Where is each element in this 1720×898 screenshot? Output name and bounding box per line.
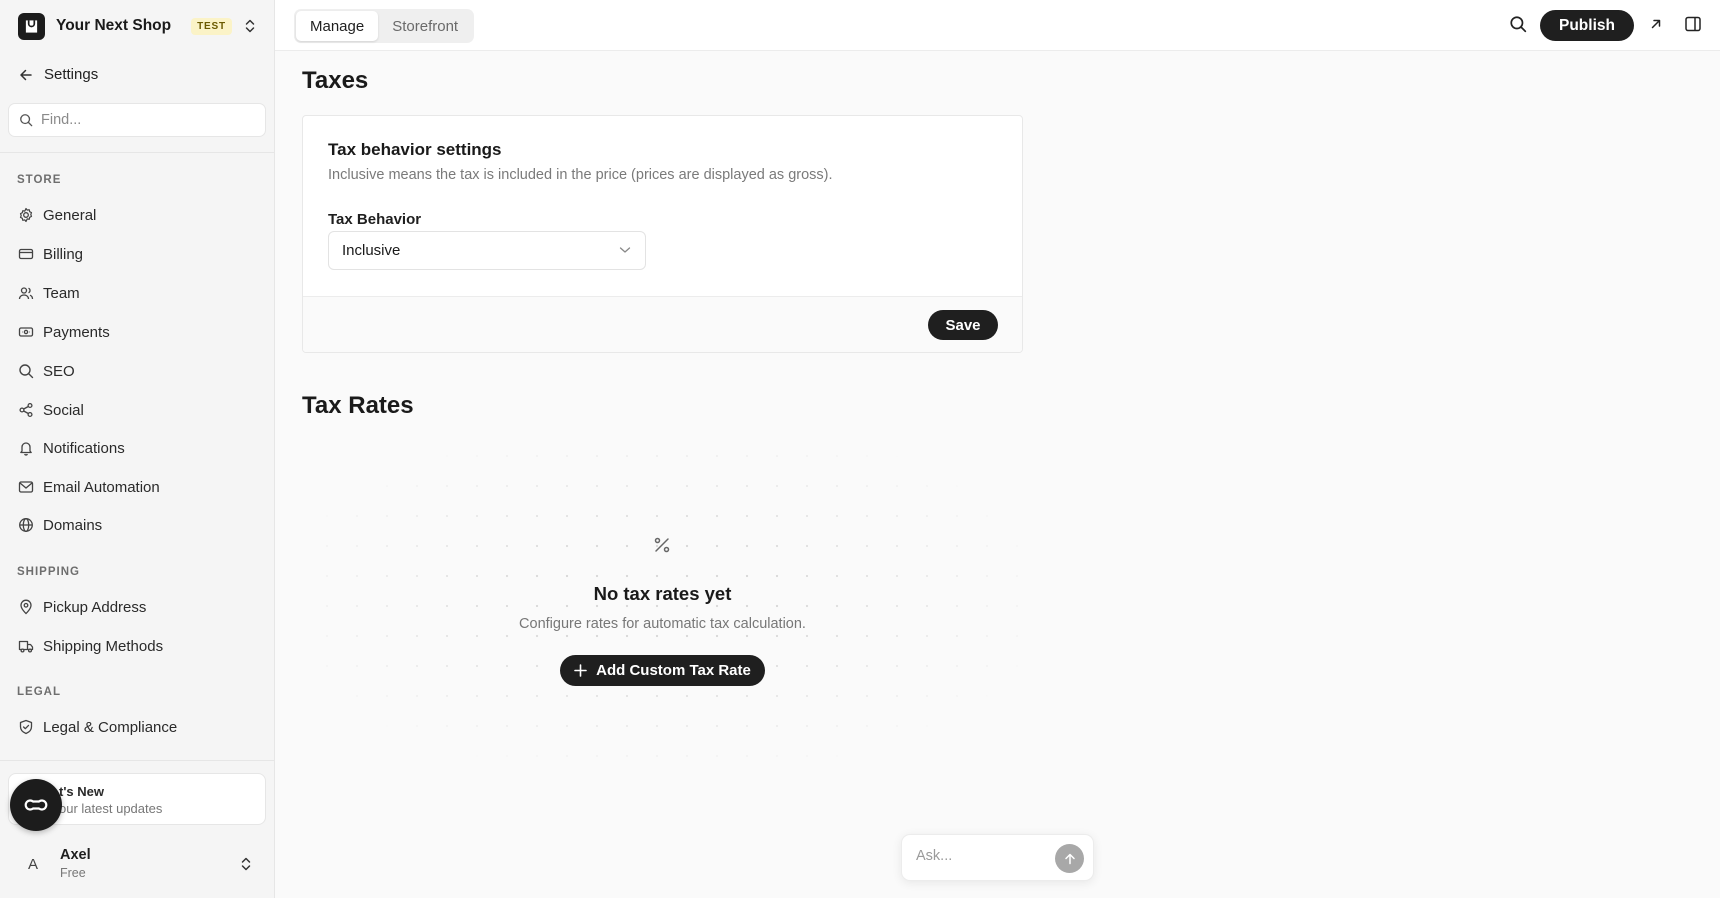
tax-behavior-card: Tax behavior settings Inclusive means th… [302,115,1023,353]
test-badge: TEST [191,17,232,35]
sidebar: Your Next Shop TEST Settings STORE Gener… [0,0,275,898]
user-plan: Free [60,866,86,880]
globe-icon [17,516,35,534]
section-shipping: SHIPPING [17,566,80,578]
add-button-label: Add Custom Tax Rate [596,662,751,679]
tab-manage[interactable]: Manage [296,11,379,41]
tax-rates-title: Tax Rates [302,392,414,419]
sidebar-item-payments[interactable]: Payments [17,317,262,347]
add-custom-tax-rate-button[interactable]: Add Custom Tax Rate [560,655,765,686]
sidebar-item-general[interactable]: General [17,200,262,230]
sidebar-item-label: Shipping Methods [43,637,164,655]
ask-assistant-box [901,834,1094,881]
arrow-left-icon [18,67,34,83]
sidebar-item-billing[interactable]: Billing [17,239,262,269]
sidebar-item-notifications[interactable]: Notifications [17,433,262,463]
tax-behavior-label: Tax Behavior [328,211,422,228]
empty-state-title: No tax rates yet [593,583,732,604]
sidebar-item-team[interactable]: Team [17,278,262,308]
sidebar-item-label: General [43,206,97,224]
divider [0,152,275,153]
link-loop-icon [22,797,50,813]
search-icon [19,113,33,127]
chevron-up-down-icon [240,856,252,872]
back-label: Settings [44,66,99,83]
sidebar-item-label: Payments [43,323,110,341]
user-menu[interactable]: A Axel Free [18,845,260,883]
sidebar-item-label: Domains [43,516,103,534]
card-title: Tax behavior settings [328,140,502,159]
sidebar-item-label: Pickup Address [43,598,147,616]
sidebar-item-legal-compliance[interactable]: Legal & Compliance [17,712,262,742]
sidebar-item-label: SEO [43,362,75,380]
sidebar-item-social[interactable]: Social [17,395,262,425]
shop-switcher[interactable]: Your Next Shop TEST [18,12,258,40]
view-switcher: Manage Storefront [294,9,475,43]
select-value: Inclusive [342,242,401,259]
bell-icon [17,439,35,457]
sidebar-item-label: Legal & Compliance [43,718,178,736]
truck-icon [17,637,35,655]
chevron-up-down-icon [244,18,256,34]
empty-state-description: Configure rates for automatic tax calcul… [519,616,806,632]
whats-new-title: t's New [59,784,104,799]
cobrowse-button[interactable] [10,779,62,831]
tax-behavior-select[interactable]: Inclusive [328,231,646,270]
bag-icon [18,12,45,40]
sidebar-panel-icon[interactable] [1684,15,1702,33]
share-icon [17,401,35,419]
tab-storefront[interactable]: Storefront [378,11,472,41]
section-store: STORE [17,174,62,186]
divider [0,760,275,761]
gear-icon [17,206,35,224]
avatar: A [27,855,38,873]
publish-button[interactable]: Publish [1540,10,1634,41]
mail-icon [17,478,35,496]
find-search-box[interactable] [8,103,266,137]
credit-card-icon [17,245,35,263]
users-icon [17,284,35,302]
search-icon[interactable] [1509,15,1527,33]
card-description: Inclusive means the tax is included in t… [328,167,833,183]
shield-check-icon [17,718,35,736]
shop-name: Your Next Shop [56,17,172,34]
sidebar-item-seo[interactable]: SEO [17,356,262,386]
arrow-up-icon [1064,853,1076,865]
map-pin-icon [17,598,35,616]
save-button[interactable]: Save [928,310,998,340]
ask-input[interactable] [916,848,1046,864]
sidebar-item-shipping-methods[interactable]: Shipping Methods [17,631,262,661]
sidebar-item-label: Notifications [43,439,125,457]
sidebar-item-label: Billing [43,245,84,263]
back-to-settings[interactable]: Settings [18,66,98,83]
sidebar-item-label: Email Automation [43,478,160,496]
chevron-down-icon [619,246,631,254]
sidebar-item-label: Team [43,284,80,302]
topbar: Manage Storefront Publish [275,0,1720,51]
send-button[interactable] [1055,844,1084,873]
user-name: Axel [60,847,91,863]
sidebar-item-email-automation[interactable]: Email Automation [17,472,262,502]
sidebar-item-pickup-address[interactable]: Pickup Address [17,592,262,622]
plus-icon [574,664,587,677]
find-input[interactable] [41,112,241,128]
percent-icon [652,535,672,555]
external-link-icon[interactable] [1649,17,1663,31]
whats-new-subtitle: our latest updates [59,801,163,816]
section-legal: LEGAL [17,686,61,698]
card-footer: Save [303,296,1022,352]
page-title: Taxes [302,67,369,94]
sidebar-item-domains[interactable]: Domains [17,510,262,540]
sidebar-item-label: Social [43,401,84,419]
banknote-icon [17,323,35,341]
search-icon [17,362,35,380]
